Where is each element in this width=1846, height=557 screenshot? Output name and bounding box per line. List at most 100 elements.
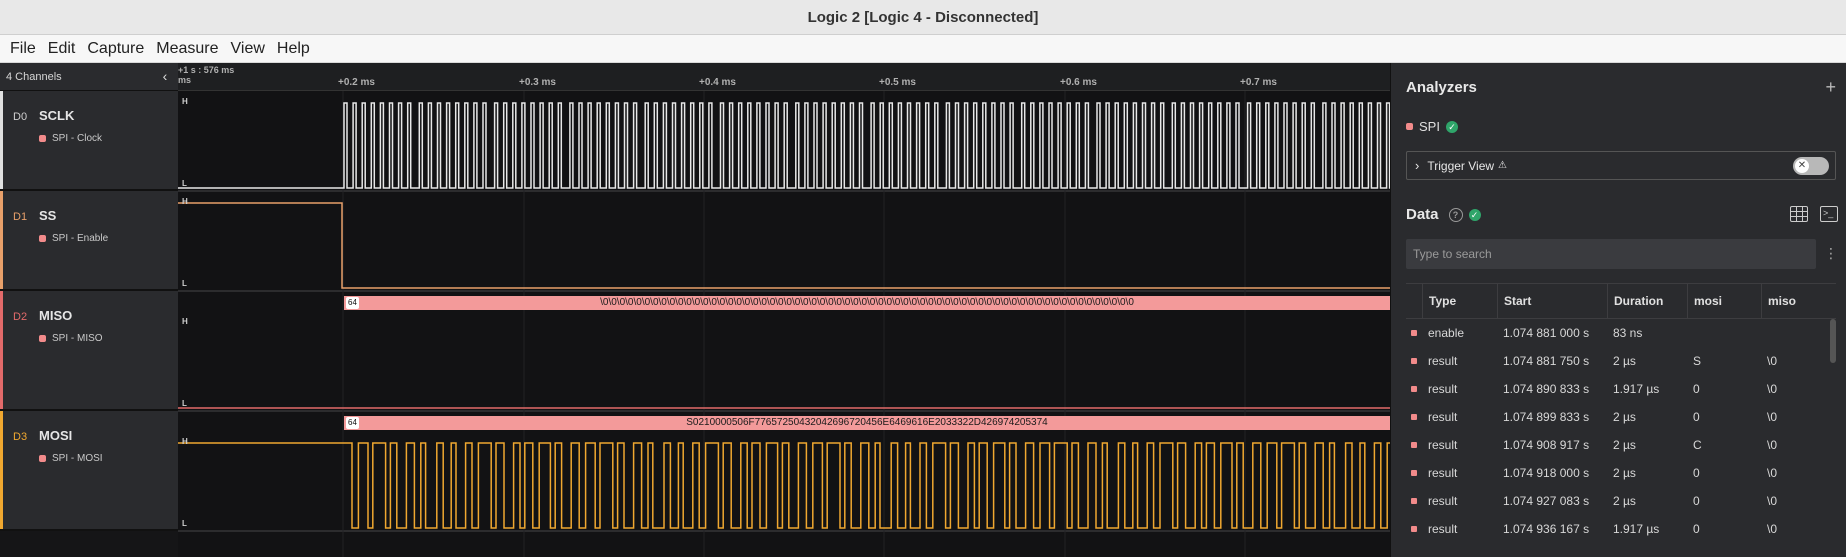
channel-analyzer: SPI - Clock: [39, 133, 102, 144]
channel-name[interactable]: SS: [39, 208, 56, 223]
search-input[interactable]: [1406, 239, 1816, 269]
ruler-tick-label: +0.3 ms: [519, 77, 556, 88]
check-circle-icon: ✓: [1445, 120, 1458, 133]
menu-capture[interactable]: Capture: [81, 40, 150, 58]
chevron-right-icon[interactable]: ›: [1415, 158, 1419, 173]
header-mosi[interactable]: mosi: [1687, 284, 1761, 318]
channel-name[interactable]: MISO: [39, 308, 72, 323]
cell-mosi: 0: [1693, 466, 1700, 480]
cell-mosi: 0: [1693, 382, 1700, 396]
channel-analyzer-label: SPI - MISO: [52, 333, 103, 344]
channel-id: D0: [13, 111, 28, 123]
row-dot-icon: [1411, 414, 1417, 420]
channel-analyzer: SPI - MISO: [39, 333, 103, 344]
cell-type: result: [1428, 438, 1458, 452]
table-row[interactable]: result 1.074 918 000 s 2 µs 0 \0: [1406, 459, 1836, 487]
analyzer-dot-icon: [1406, 123, 1413, 130]
row-marker: [1406, 358, 1422, 364]
analyzer-spi[interactable]: SPI ✓: [1406, 119, 1458, 134]
cell-start: 1.074 918 000 s: [1503, 466, 1590, 480]
cell-start: 1.074 881 750 s: [1503, 354, 1590, 368]
table-scrollbar[interactable]: [1830, 319, 1836, 363]
channel-name[interactable]: SCLK: [39, 108, 74, 123]
cell-mosi: 0: [1693, 410, 1700, 424]
channels-count: 4 Channels: [6, 70, 62, 83]
table-row[interactable]: result 1.074 899 833 s 2 µs 0 \0: [1406, 403, 1836, 431]
cell-mosi: S: [1693, 354, 1702, 368]
menu-edit[interactable]: Edit: [42, 40, 82, 58]
help-icon[interactable]: ?: [1448, 207, 1463, 222]
more-options-icon[interactable]: ⋮: [1824, 245, 1838, 262]
table-row[interactable]: result 1.074 908 917 s 2 µs C \0: [1406, 431, 1836, 459]
analyzers-title: Analyzers: [1406, 79, 1477, 96]
menu-help[interactable]: Help: [271, 40, 316, 58]
ruler-origin-unit: ms: [178, 75, 192, 85]
cell-miso: \0: [1767, 410, 1778, 424]
level-high-label: H: [182, 437, 188, 446]
table-header: Type Start Duration mosi miso: [1406, 283, 1836, 319]
warning-icon: ⚠: [1498, 160, 1508, 171]
menu-bar: File Edit Capture Measure View Help: [0, 35, 1846, 63]
cell-miso: \0: [1767, 466, 1778, 480]
ruler-tick-label: +0.7 ms: [1240, 77, 1277, 88]
channel-analyzer-label: SPI - MOSI: [52, 453, 103, 464]
table-view-icon[interactable]: [1790, 206, 1808, 222]
add-analyzer-icon[interactable]: +: [1825, 77, 1836, 98]
menu-view[interactable]: View: [225, 40, 271, 58]
cell-miso: \0: [1767, 494, 1778, 508]
table-row[interactable]: enable 1.074 881 000 s 83 ns: [1406, 319, 1836, 347]
channel-d1[interactable]: D1 SS SPI - Enable: [0, 191, 178, 291]
waveform-canvas[interactable]: [178, 91, 1390, 557]
ss-wave: [178, 202, 1390, 289]
table-row[interactable]: result 1.074 890 833 s 1.917 µs 0 \0: [1406, 375, 1836, 403]
cell-start: 1.074 908 917 s: [1503, 438, 1590, 452]
trigger-view-row[interactable]: › Trigger View ⚠ ✕: [1406, 151, 1836, 180]
channel-d0[interactable]: D0 SCLK SPI - Clock: [0, 91, 178, 191]
analyzer-name[interactable]: SPI: [1419, 119, 1440, 134]
terminal-view-icon[interactable]: >_: [1820, 206, 1838, 222]
ruler-origin: +1 s : 576 ms ms: [178, 65, 234, 85]
miso-decoded-bar[interactable]: 64 \0\0\0\0\0\0\0\0\0\0\0\0\0\0\0\0\0\0\…: [344, 296, 1390, 310]
channel-d3[interactable]: D3 MOSI SPI - MOSI: [0, 411, 178, 531]
cell-start: 1.074 890 833 s: [1503, 382, 1590, 396]
row-marker: [1406, 526, 1422, 532]
sclk-wave: [178, 102, 1390, 189]
header-duration[interactable]: Duration: [1607, 284, 1687, 318]
cell-duration: 2 µs: [1613, 494, 1636, 508]
table-row[interactable]: result 1.074 936 167 s 1.917 µs 0 \0: [1406, 515, 1836, 543]
close-icon: ✕: [1795, 159, 1809, 173]
mosi-decoded-text: S0210000506F77657250432042696720456E6469…: [686, 417, 1048, 428]
mosi-wave: [178, 442, 1390, 529]
time-ruler[interactable]: +1 s : 576 ms ms +0.2 ms +0.3 ms +0.4 ms…: [178, 63, 1390, 91]
header-type[interactable]: Type: [1422, 284, 1497, 318]
header-start[interactable]: Start: [1497, 284, 1607, 318]
table-row[interactable]: result 1.074 881 750 s 2 µs S \0: [1406, 347, 1836, 375]
cell-duration: 2 µs: [1613, 438, 1636, 452]
row-dot-icon: [1411, 358, 1417, 364]
cell-duration: 1.917 µs: [1613, 382, 1660, 396]
menu-measure[interactable]: Measure: [150, 40, 224, 58]
cell-miso: \0: [1767, 522, 1778, 536]
header-miso[interactable]: miso: [1761, 284, 1836, 318]
miso-badge: 64: [346, 297, 359, 309]
channel-color-stripe: [0, 91, 3, 189]
table-row[interactable]: result 1.074 927 083 s 2 µs 0 \0: [1406, 487, 1836, 515]
channel-analyzer: SPI - Enable: [39, 233, 108, 244]
channel-d2[interactable]: D2 MISO SPI - MISO: [0, 291, 178, 411]
trigger-view-toggle[interactable]: ✕: [1793, 157, 1829, 175]
ruler-tick-label: +0.2 ms: [338, 77, 375, 88]
channels-header: 4 Channels ‹: [0, 63, 178, 91]
ruler-origin-label: +1 s : 576 ms: [178, 65, 235, 75]
data-table[interactable]: Type Start Duration mosi miso enable 1.07…: [1406, 283, 1836, 557]
waveform-area[interactable]: +1 s : 576 ms ms +0.2 ms +0.3 ms +0.4 ms…: [178, 63, 1390, 557]
menu-file[interactable]: File: [4, 40, 42, 58]
channel-name[interactable]: MOSI: [39, 428, 72, 443]
cell-type: result: [1428, 466, 1458, 480]
row-marker: [1406, 414, 1422, 420]
row-marker: [1406, 330, 1422, 336]
channel-id: D3: [13, 431, 28, 443]
data-section-title: Data ? ✓: [1406, 206, 1481, 223]
mosi-decoded-bar[interactable]: 64 S0210000506F77657250432042696720456E6…: [344, 416, 1390, 430]
chevron-left-icon[interactable]: ‹: [158, 69, 172, 83]
analyzer-dot-icon: [39, 455, 46, 462]
